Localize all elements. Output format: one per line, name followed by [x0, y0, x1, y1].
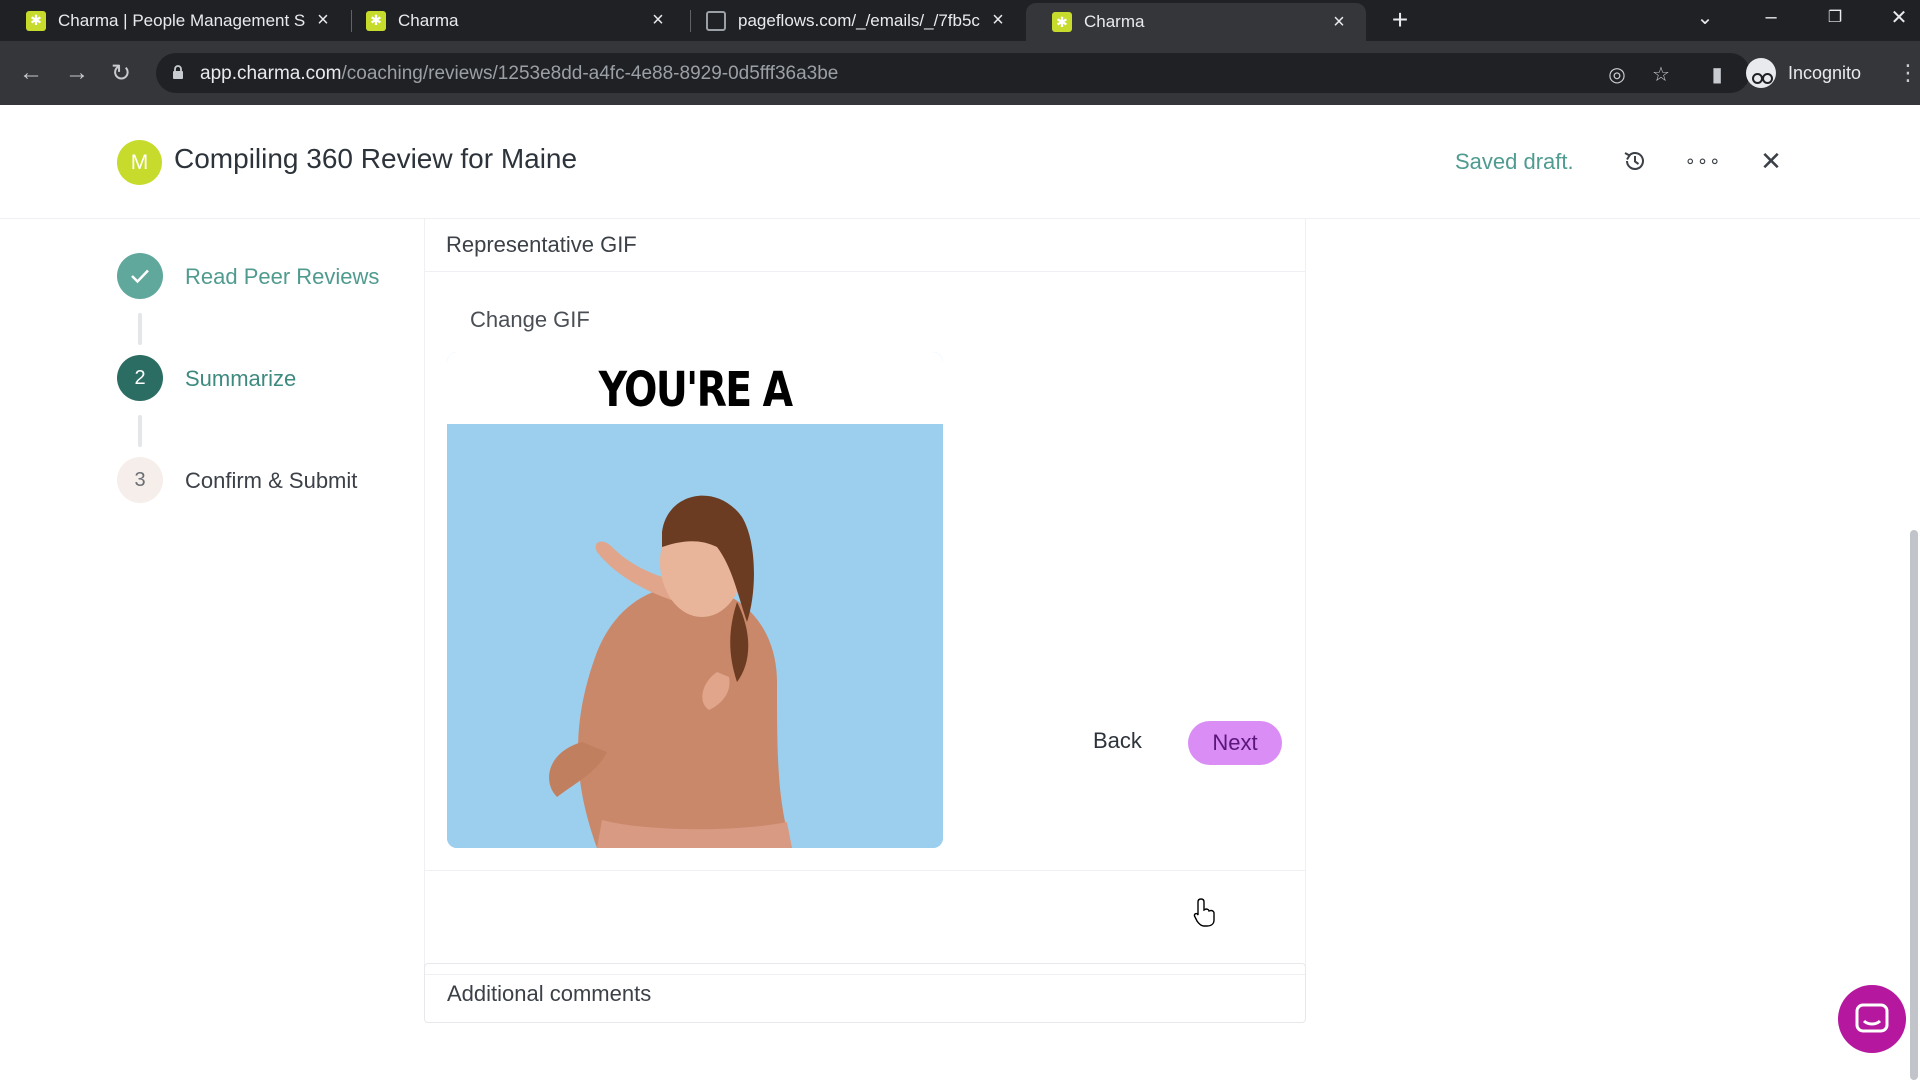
representative-gif[interactable]: YOU'RE A ROCKSTAR!: [447, 352, 943, 848]
section-label: Representative GIF: [446, 232, 637, 257]
url-host: app.charma.com: [200, 63, 342, 84]
globe-icon: [706, 10, 726, 31]
restore-icon[interactable]: ❐: [1810, 0, 1860, 34]
lock-icon: [173, 65, 183, 79]
side-panel-icon[interactable]: ▮: [1704, 61, 1730, 87]
browser-tab-bar: ✱ Charma | People Management S × ✱ Charm…: [0, 0, 1920, 41]
close-tab-icon[interactable]: ×: [1326, 9, 1352, 35]
close-tab-icon[interactable]: ×: [985, 8, 1011, 34]
section-label: Additional comments: [447, 981, 652, 1006]
close-tab-icon[interactable]: ×: [645, 8, 671, 34]
history-icon-svg: [1624, 152, 1644, 170]
more-options-icon[interactable]: ∘∘∘: [1685, 143, 1721, 179]
incognito-indicator[interactable]: Incognito: [1746, 53, 1861, 93]
step-label: Confirm & Submit: [185, 468, 358, 493]
chat-launcher-button[interactable]: [1838, 985, 1906, 1053]
page-scrollbar[interactable]: [1910, 530, 1918, 1080]
minimize-icon[interactable]: –: [1746, 0, 1796, 34]
divider: [425, 271, 1305, 272]
step-number: 2: [117, 355, 163, 401]
tab-title: Charma: [398, 10, 459, 30]
next-button[interactable]: Next: [1188, 721, 1282, 765]
close-icon[interactable]: ✕: [1753, 143, 1789, 179]
divider: [425, 870, 1305, 871]
browser-tab-2[interactable]: ✱ Charma ×: [340, 0, 685, 41]
step-label: Read Peer Reviews: [185, 264, 380, 289]
browser-toolbar: ← → ↻ app.charma.com/coaching/reviews/12…: [0, 41, 1920, 105]
step-number: 3: [117, 457, 163, 503]
tab-title: pageflows.com/_/emails/_/7fb5c: [738, 10, 980, 30]
girl-pointing-illustration: [447, 424, 943, 848]
url-path: /coaching/reviews/1253e8dd-a4fc-4e88-892…: [341, 63, 839, 84]
tab-title: Charma: [1084, 12, 1145, 31]
incognito-label: Incognito: [1788, 62, 1862, 83]
chat-icon: [1855, 1003, 1889, 1033]
back-button[interactable]: Back: [1093, 728, 1142, 754]
change-gif-link[interactable]: Change GIF: [470, 307, 590, 333]
step-read-peer-reviews[interactable]: Read Peer Reviews: [117, 253, 437, 299]
saved-status: Saved draft.: [1455, 149, 1574, 174]
new-tab-icon[interactable]: +: [1384, 4, 1416, 36]
app-header: M Compiling 360 Review for Maine Saved d…: [0, 105, 1920, 219]
browser-tab-3[interactable]: pageflows.com/_/emails/_/7fb5c ×: [680, 0, 1025, 41]
close-tab-icon[interactable]: ×: [310, 8, 336, 34]
window-close-icon[interactable]: ✕: [1874, 0, 1920, 34]
browser-tab-4-active[interactable]: ✱ Charma ×: [1026, 3, 1366, 41]
history-icon[interactable]: [1617, 143, 1653, 179]
charma-favicon-icon: ✱: [366, 10, 386, 31]
step-connector: [138, 415, 142, 447]
step-connector: [138, 313, 142, 345]
additional-comments-section[interactable]: Additional comments: [424, 963, 1306, 1023]
checkmark-icon: [117, 253, 163, 299]
step-summarize[interactable]: 2 Summarize: [117, 355, 437, 401]
tab-search-chevron-icon[interactable]: ⌄: [1680, 0, 1730, 34]
address-bar[interactable]: app.charma.com/coaching/reviews/1253e8dd…: [156, 53, 1750, 93]
app-page: M Compiling 360 Review for Maine Saved d…: [0, 105, 1920, 1080]
browser-tab-1[interactable]: ✱ Charma | People Management S ×: [0, 0, 350, 41]
tab-title: Charma | People Management S: [58, 10, 306, 30]
avatar: M: [117, 140, 162, 185]
step-label: Summarize: [185, 366, 297, 391]
step-confirm-submit[interactable]: 3 Confirm & Submit: [117, 457, 437, 503]
checkmark-icon-svg: [131, 269, 149, 284]
charma-favicon-icon: ✱: [26, 10, 46, 31]
eye-off-icon[interactable]: ◎: [1604, 61, 1630, 87]
charma-favicon-icon: ✱: [1052, 12, 1072, 32]
back-arrow-icon[interactable]: ←: [14, 56, 48, 90]
hand-cursor-icon: [1193, 898, 1215, 927]
incognito-icon: [1746, 58, 1776, 88]
forward-arrow-icon[interactable]: →: [60, 56, 94, 90]
browser-menu-icon[interactable]: ⋮: [1896, 59, 1920, 87]
star-bookmark-icon[interactable]: ☆: [1648, 61, 1674, 87]
url-text: app.charma.com/coaching/reviews/1253e8dd…: [200, 63, 838, 85]
page-title: Compiling 360 Review for Maine: [174, 143, 578, 174]
reload-icon[interactable]: ↻: [104, 56, 138, 90]
